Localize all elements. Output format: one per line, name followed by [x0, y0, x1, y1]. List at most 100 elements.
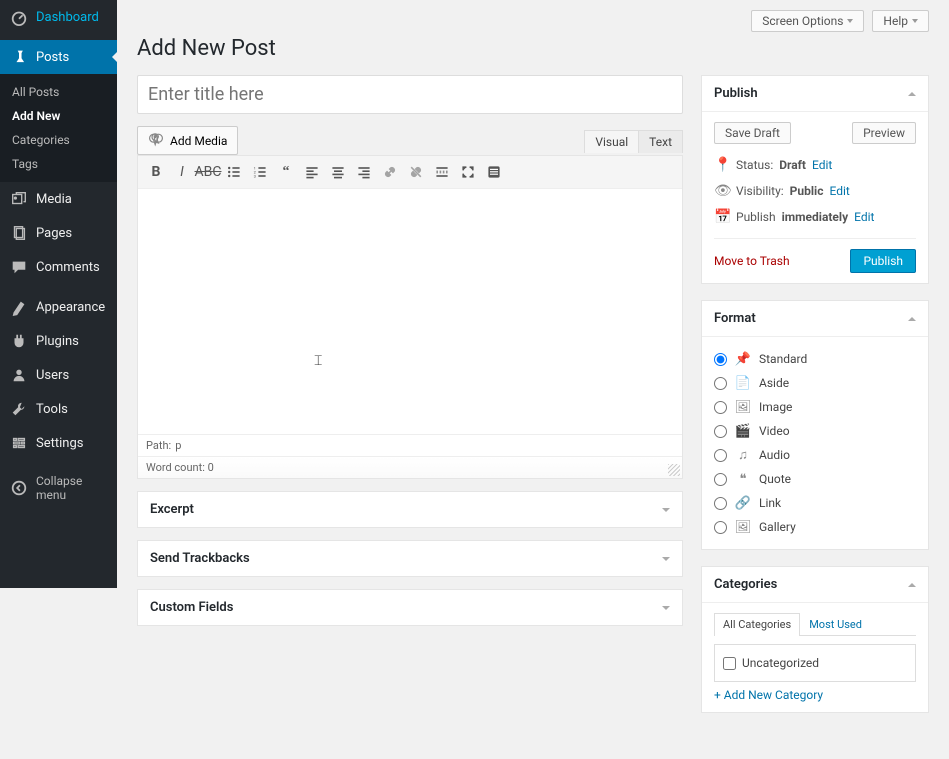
- collapse-menu-label: Collapse menu: [36, 474, 107, 502]
- pages-icon: [10, 224, 28, 242]
- sidebar-item-settings[interactable]: Settings: [0, 426, 117, 460]
- tab-visual[interactable]: Visual: [584, 130, 639, 153]
- save-draft-button[interactable]: Save Draft: [714, 122, 791, 144]
- screen-options-button[interactable]: Screen Options: [751, 10, 864, 32]
- align-right-button[interactable]: [352, 160, 376, 184]
- chevron-down-icon: [662, 508, 670, 512]
- settings-icon: [10, 434, 28, 452]
- status-row: 📍 Status: Draft Edit: [714, 152, 916, 178]
- sidebar-item-label: Media: [36, 192, 107, 207]
- publish-box: Publish Save Draft Preview 📍 Status: Dra…: [701, 75, 929, 284]
- editor-path-bar: Path: p: [138, 434, 682, 456]
- link-icon: 🔗: [735, 495, 751, 511]
- sidebar-item-appearance[interactable]: Appearance: [0, 290, 117, 324]
- insert-more-button[interactable]: [430, 160, 454, 184]
- publish-box-header[interactable]: Publish: [702, 76, 928, 112]
- help-button[interactable]: Help: [872, 10, 929, 32]
- category-checkbox[interactable]: [723, 657, 736, 670]
- strikethrough-button[interactable]: ABC: [196, 160, 220, 184]
- format-option-image[interactable]: 🖼Image: [714, 395, 916, 419]
- edit-visibility-link[interactable]: Edit: [829, 184, 849, 198]
- tab-most-used[interactable]: Most Used: [800, 613, 871, 635]
- calendar-icon: 📅: [714, 209, 730, 225]
- editor-wrap: B I ABC 123 “ ⌶: [137, 155, 683, 479]
- categories-box-header[interactable]: Categories: [702, 567, 928, 603]
- visibility-icon: 👁: [714, 183, 730, 199]
- fullscreen-button[interactable]: [456, 160, 480, 184]
- category-list: Uncategorized: [714, 644, 916, 682]
- sidebar-sub-all-posts[interactable]: All Posts: [0, 80, 117, 104]
- sidebar-item-dashboard[interactable]: Dashboard: [0, 0, 117, 34]
- move-to-trash-link[interactable]: Move to Trash: [714, 254, 790, 268]
- bold-button[interactable]: B: [144, 160, 168, 184]
- media-icon: [148, 131, 164, 150]
- sidebar-sub-add-new[interactable]: Add New: [0, 104, 117, 128]
- tab-all-categories[interactable]: All Categories: [714, 613, 800, 636]
- gallery-icon: 🖼: [735, 519, 751, 535]
- publish-button[interactable]: Publish: [850, 249, 916, 273]
- sidebar-item-media[interactable]: Media: [0, 182, 117, 216]
- admin-sidebar: Dashboard Posts All Posts Add New Catego…: [0, 0, 117, 588]
- main-content: Screen Options Help Add New Post Add Med…: [117, 0, 949, 759]
- collapse-menu-button[interactable]: Collapse menu: [0, 466, 117, 510]
- bullet-list-button[interactable]: [222, 160, 246, 184]
- format-option-quote[interactable]: ❝Quote: [714, 467, 916, 491]
- sidebar-item-users[interactable]: Users: [0, 358, 117, 392]
- metabox-trackbacks[interactable]: Send Trackbacks: [137, 540, 683, 577]
- image-icon: 🖼: [735, 399, 751, 415]
- italic-button[interactable]: I: [170, 160, 194, 184]
- sidebar-item-pages[interactable]: Pages: [0, 216, 117, 250]
- svg-text:3: 3: [254, 174, 256, 179]
- tab-text[interactable]: Text: [638, 130, 683, 153]
- sidebar-submenu-posts: All Posts Add New Categories Tags: [0, 74, 117, 182]
- sidebar-item-comments[interactable]: Comments: [0, 250, 117, 284]
- category-tabs: All Categories Most Used: [714, 613, 916, 636]
- add-new-category-link[interactable]: + Add New Category: [714, 688, 823, 702]
- sidebar-item-tools[interactable]: Tools: [0, 392, 117, 426]
- sidebar-item-label: Tools: [36, 402, 107, 417]
- format-box-header[interactable]: Format: [702, 301, 928, 337]
- pin-icon: 📍: [714, 157, 730, 173]
- sidebar-item-posts[interactable]: Posts: [0, 40, 117, 74]
- comments-icon: [10, 258, 28, 276]
- sidebar-item-label: Appearance: [36, 300, 107, 315]
- chevron-up-icon: [908, 92, 916, 96]
- align-center-button[interactable]: [326, 160, 350, 184]
- edit-status-link[interactable]: Edit: [812, 158, 832, 172]
- side-column: Publish Save Draft Preview 📍 Status: Dra…: [701, 75, 929, 729]
- add-media-button[interactable]: Add Media: [137, 126, 238, 155]
- visibility-row: 👁 Visibility: Public Edit: [714, 178, 916, 204]
- sidebar-item-plugins[interactable]: Plugins: [0, 324, 117, 358]
- format-option-aside[interactable]: 📄Aside: [714, 371, 916, 395]
- category-item[interactable]: Uncategorized: [723, 653, 907, 673]
- metabox-excerpt[interactable]: Excerpt: [137, 491, 683, 528]
- format-option-link[interactable]: 🔗Link: [714, 491, 916, 515]
- toolbar-toggle-button[interactable]: [482, 160, 506, 184]
- editor-wordcount-bar: Word count: 0: [138, 456, 682, 478]
- numbered-list-button[interactable]: 123: [248, 160, 272, 184]
- sidebar-item-label: Users: [36, 368, 107, 383]
- resize-handle[interactable]: [668, 464, 680, 476]
- preview-button[interactable]: Preview: [852, 122, 916, 144]
- unlink-button[interactable]: [404, 160, 428, 184]
- format-box: Format 📌Standard 📄Aside 🖼Image 🎬Video ♫A…: [701, 300, 929, 550]
- editor-content[interactable]: ⌶: [138, 189, 682, 434]
- link-button[interactable]: [378, 160, 402, 184]
- post-title-input[interactable]: [137, 75, 683, 114]
- blockquote-button[interactable]: “: [274, 160, 298, 184]
- sidebar-item-label: Pages: [36, 226, 107, 241]
- schedule-row: 📅 Publish immediately Edit: [714, 204, 916, 230]
- collapse-icon: [10, 479, 28, 497]
- align-left-button[interactable]: [300, 160, 324, 184]
- format-option-standard[interactable]: 📌Standard: [714, 347, 916, 371]
- categories-box: Categories All Categories Most Used Unca…: [701, 566, 929, 713]
- users-icon: [10, 366, 28, 384]
- sidebar-sub-categories[interactable]: Categories: [0, 128, 117, 152]
- edit-schedule-link[interactable]: Edit: [854, 210, 874, 224]
- sidebar-sub-tags[interactable]: Tags: [0, 152, 117, 176]
- format-option-audio[interactable]: ♫Audio: [714, 443, 916, 467]
- format-option-video[interactable]: 🎬Video: [714, 419, 916, 443]
- format-option-gallery[interactable]: 🖼Gallery: [714, 515, 916, 539]
- metabox-custom-fields[interactable]: Custom Fields: [137, 589, 683, 626]
- sidebar-item-label: Posts: [36, 50, 107, 65]
